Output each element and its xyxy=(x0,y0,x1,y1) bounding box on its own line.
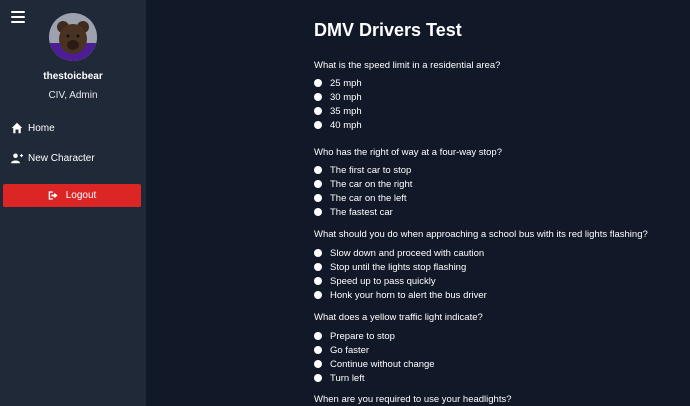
answer-option[interactable]: The car on the left xyxy=(314,192,407,204)
page-title: DMV Drivers Test xyxy=(314,20,462,40)
option-label: Go faster xyxy=(330,344,370,356)
option-label: The first car to stop xyxy=(330,164,412,176)
answer-option[interactable]: 35 mph xyxy=(314,105,362,117)
option-label: Slow down and proceed with caution xyxy=(330,247,485,259)
answer-option[interactable]: Slow down and proceed with caution xyxy=(314,247,484,259)
sidebar: thestoicbear CIV, Admin Home New Charact… xyxy=(0,0,146,406)
option-label: Turn left xyxy=(330,372,365,384)
answer-option[interactable]: Honk your horn to alert the bus driver xyxy=(314,289,487,301)
answer-option[interactable]: Speed up to pass quickly xyxy=(314,275,436,287)
user-role: CIV, Admin xyxy=(48,90,98,101)
menu-icon[interactable] xyxy=(11,11,25,23)
option-label: The car on the left xyxy=(330,192,407,204)
answer-option[interactable]: Go faster xyxy=(314,344,369,356)
question-4: What does a yellow traffic light indicat… xyxy=(314,312,483,323)
answer-option[interactable]: 25 mph xyxy=(314,77,362,89)
option-label: Continue without change xyxy=(330,358,435,370)
user-plus-icon xyxy=(11,153,23,164)
answer-option[interactable]: Continue without change xyxy=(314,358,435,370)
nav-item-label: Home xyxy=(28,122,55,134)
radio-button[interactable] xyxy=(314,249,322,257)
option-label: The car on the right xyxy=(330,178,413,190)
option-label: Speed up to pass quickly xyxy=(330,275,436,287)
radio-button[interactable] xyxy=(314,360,322,368)
sign-out-icon xyxy=(48,191,58,200)
option-label: Prepare to stop xyxy=(330,330,395,342)
option-label: Stop until the lights stop flashing xyxy=(330,261,467,273)
radio-button[interactable] xyxy=(314,194,322,202)
radio-button[interactable] xyxy=(314,208,322,216)
radio-button[interactable] xyxy=(314,180,322,188)
answer-option[interactable]: The car on the right xyxy=(314,178,412,190)
answer-option[interactable]: Stop until the lights stop flashing xyxy=(314,261,466,273)
logout-label: Logout xyxy=(65,190,97,201)
question-2: Who has the right of way at a four-way s… xyxy=(314,147,502,158)
option-label: 25 mph xyxy=(330,77,362,89)
answer-option[interactable]: 40 mph xyxy=(314,119,362,131)
avatar xyxy=(49,13,97,61)
answer-option[interactable]: 30 mph xyxy=(314,91,362,103)
nav-item-label: New Character xyxy=(28,152,95,164)
radio-button[interactable] xyxy=(314,374,322,382)
question-3: What should you do when approaching a sc… xyxy=(314,229,648,240)
question-5: When are you required to use your headli… xyxy=(314,394,512,405)
option-label: Honk your horn to alert the bus driver xyxy=(330,289,487,301)
radio-button[interactable] xyxy=(314,79,322,87)
option-label: 40 mph xyxy=(330,119,362,131)
radio-button[interactable] xyxy=(314,121,322,129)
radio-button[interactable] xyxy=(314,346,322,354)
option-label: The fastest car xyxy=(330,206,393,218)
option-label: 35 mph xyxy=(330,105,362,117)
answer-option[interactable]: Prepare to stop xyxy=(314,330,395,342)
question-1: What is the speed limit in a residential… xyxy=(314,60,501,71)
radio-button[interactable] xyxy=(314,107,322,115)
radio-button[interactable] xyxy=(314,277,322,285)
nav-item-home[interactable]: Home xyxy=(11,120,55,136)
home-icon xyxy=(11,122,23,134)
main-content: DMV Drivers Test What is the speed limit… xyxy=(146,0,690,406)
option-label: 30 mph xyxy=(330,91,362,103)
radio-button[interactable] xyxy=(314,291,322,299)
answer-option[interactable]: The first car to stop xyxy=(314,164,411,176)
nav-item-new-character[interactable]: New Character xyxy=(11,150,95,166)
answer-option[interactable]: The fastest car xyxy=(314,206,393,218)
answer-option[interactable]: Turn left xyxy=(314,372,365,384)
radio-button[interactable] xyxy=(314,93,322,101)
username: thestoicbear xyxy=(43,71,103,82)
radio-button[interactable] xyxy=(314,263,322,271)
logout-button[interactable]: Logout xyxy=(3,184,141,207)
radio-button[interactable] xyxy=(314,166,322,174)
radio-button[interactable] xyxy=(314,332,322,340)
